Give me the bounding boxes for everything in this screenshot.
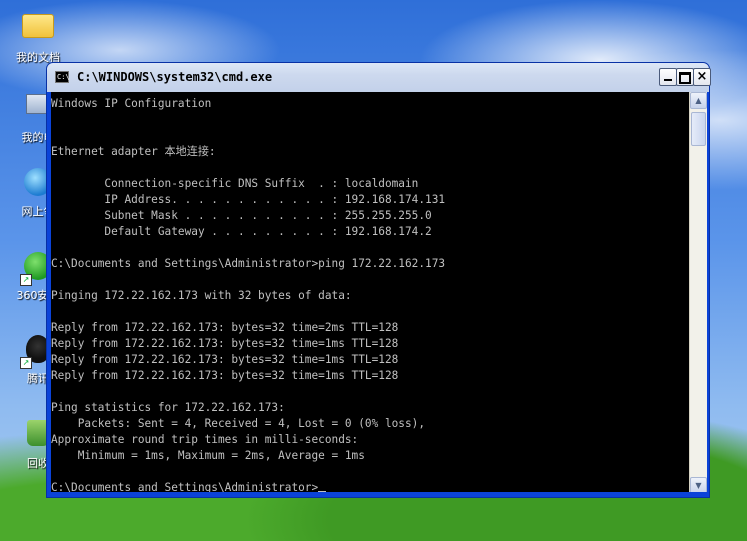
arrow-up-icon: ▲	[695, 96, 702, 105]
console-line: Reply from 172.22.162.173: bytes=32 time…	[51, 321, 399, 334]
console-line: Reply from 172.22.162.173: bytes=32 time…	[51, 337, 399, 350]
desktop: { "desktop": { "icons": [ {"label": "我的文…	[0, 0, 747, 541]
console-line: Windows IP Configuration	[51, 97, 212, 110]
maximize-icon	[679, 72, 691, 84]
console-line: Minimum = 1ms, Maximum = 2ms, Average = …	[51, 449, 365, 462]
cmd-icon: C:\	[55, 71, 70, 83]
shortcut-arrow-icon: ↗	[20, 357, 32, 369]
maximize-button[interactable]	[676, 68, 694, 86]
console-line: Reply from 172.22.162.173: bytes=32 time…	[51, 353, 399, 366]
window-title: C:\WINDOWS\system32\cmd.exe	[77, 70, 273, 84]
scroll-up-button[interactable]: ▲	[690, 92, 707, 109]
close-icon: ×	[696, 69, 708, 84]
console-line: IP Address. . . . . . . . . . . . : 192.…	[51, 193, 446, 206]
title-bar[interactable]: C:\ C:\WINDOWS\system32\cmd.exe ×	[47, 63, 711, 92]
console-line: Subnet Mask . . . . . . . . . . . : 255.…	[51, 209, 432, 222]
cmd-window: C:\ C:\WINDOWS\system32\cmd.exe × Window…	[46, 62, 711, 498]
console-line: Default Gateway . . . . . . . . . : 192.…	[51, 225, 432, 238]
minimize-button[interactable]	[659, 68, 677, 86]
scrollbar-thumb[interactable]	[691, 112, 706, 146]
console-line: Ping statistics for 172.22.162.173:	[51, 401, 285, 414]
console-line: Pinging 172.22.162.173 with 32 bytes of …	[51, 289, 352, 302]
desktop-icon-my-documents[interactable]: 我的文档	[0, 6, 76, 65]
console-line: C:\Documents and Settings\Administrator>…	[51, 257, 446, 270]
minimize-icon	[664, 79, 672, 81]
vertical-scrollbar[interactable]: ▲ ▼	[689, 92, 707, 494]
console-line: Packets: Sent = 4, Received = 4, Lost = …	[51, 417, 426, 430]
console-line: Ethernet adapter 本地连接:	[51, 145, 216, 158]
arrow-down-icon: ▼	[695, 481, 702, 490]
window-bottom-border	[47, 492, 709, 497]
shortcut-arrow-icon: ↗	[20, 274, 32, 286]
console-line: Approximate round trip times in milli-se…	[51, 433, 359, 446]
console-text: Windows IP Configuration Ethernet adapte…	[51, 92, 689, 494]
close-button[interactable]: ×	[693, 68, 711, 86]
console-line: Reply from 172.22.162.173: bytes=32 time…	[51, 369, 399, 382]
folder-icon	[22, 14, 54, 46]
console-output[interactable]: Windows IP Configuration Ethernet adapte…	[51, 92, 689, 494]
console-line: Connection-specific DNS Suffix . : local…	[51, 177, 419, 190]
